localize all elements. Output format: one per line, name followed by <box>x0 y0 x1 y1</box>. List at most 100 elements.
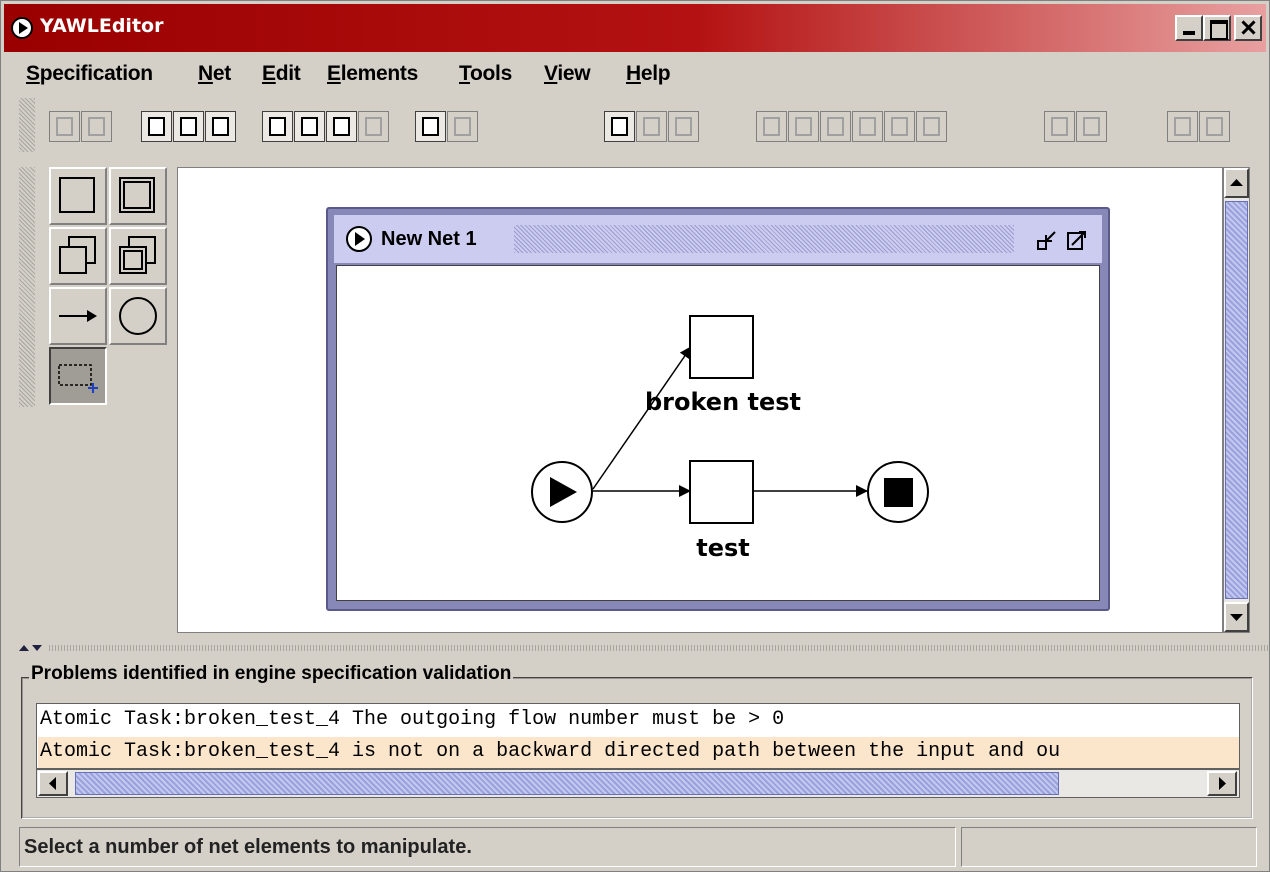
undo-button[interactable] <box>604 111 635 142</box>
horizontal-scrollbar[interactable] <box>36 769 1240 798</box>
palette-grip[interactable] <box>19 167 35 407</box>
align-center-icon <box>891 117 908 136</box>
menu-help[interactable]: Help <box>626 62 671 86</box>
close-spec-button[interactable] <box>205 111 236 142</box>
decrease-size-button[interactable] <box>1076 111 1107 142</box>
arrow-up-icon[interactable] <box>19 645 29 651</box>
net-play-icon <box>346 226 372 252</box>
task-broken-test[interactable] <box>689 315 754 379</box>
condition-tool[interactable] <box>109 287 167 345</box>
split-pane-divider[interactable] <box>19 642 1269 654</box>
task-test[interactable] <box>689 460 754 524</box>
redo-icon <box>643 117 660 136</box>
yawl-logo-icon <box>11 17 33 39</box>
arrow-down-icon[interactable] <box>32 645 42 651</box>
status-message: Select a number of net elements to manip… <box>24 836 472 858</box>
align-bottom-button[interactable] <box>820 111 851 142</box>
menu-net[interactable]: Net <box>198 62 231 86</box>
vertical-scroll-thumb[interactable] <box>1225 201 1248 599</box>
align-right-button[interactable] <box>916 111 947 142</box>
double-check-icon <box>301 117 318 136</box>
align-middle-button[interactable] <box>788 111 819 142</box>
flow-input-to-broken-test[interactable] <box>592 346 692 490</box>
floppy-icon <box>148 117 165 136</box>
scroll-left-button[interactable] <box>38 771 68 796</box>
delete-button[interactable] <box>668 111 699 142</box>
title-bar[interactable]: YAWLEditor <box>4 4 1266 52</box>
open-spec-button[interactable] <box>81 111 112 142</box>
arrow-right-icon <box>1219 777 1226 790</box>
save-spec-as-button[interactable] <box>173 111 204 142</box>
menu-specification[interactable]: Specification <box>26 62 153 86</box>
divider-texture <box>49 645 1269 651</box>
minimize-button[interactable] <box>1175 15 1203 41</box>
multiple-atomic-task-tool[interactable] <box>109 167 167 225</box>
net-graph-area[interactable]: broken test test <box>336 265 1100 601</box>
multiple-atomic-task-icon <box>119 177 155 213</box>
new-net-button[interactable] <box>415 111 446 142</box>
menu-elements[interactable]: Elements <box>327 62 418 86</box>
problem-item[interactable]: Atomic Task:broken_test_4 is not on a ba… <box>38 737 1239 768</box>
import-button[interactable] <box>358 111 389 142</box>
menu-edit[interactable]: Edit <box>262 62 301 86</box>
atomic-task-tool[interactable] <box>49 167 107 225</box>
horizontal-scroll-thumb[interactable] <box>75 772 1059 795</box>
flow-tool[interactable] <box>49 287 107 345</box>
floppy-copy-icon <box>180 117 197 136</box>
task-label-broken-test: broken test <box>645 388 801 416</box>
element-palette <box>19 167 171 407</box>
problems-list[interactable]: Atomic Task:broken_test_4 The outgoing f… <box>36 703 1240 769</box>
undo-icon <box>611 117 628 136</box>
arrow-right-icon <box>59 310 97 322</box>
menu-bar: Specification Net Edit Elements Tools Vi… <box>4 56 1266 92</box>
net-internal-frame[interactable]: New Net 1 broken test test <box>326 207 1110 611</box>
align-right-icon <box>923 117 940 136</box>
toolbar-grip[interactable] <box>19 98 35 152</box>
align-center-button[interactable] <box>884 111 915 142</box>
output-condition[interactable] <box>867 461 929 523</box>
add-cancellation-icon <box>1174 117 1191 136</box>
menu-tools[interactable]: Tools <box>459 62 512 86</box>
scroll-up-button[interactable] <box>1224 168 1249 198</box>
workflow-diagram: broken test test <box>531 315 929 562</box>
multiple-composite-task-icon <box>119 236 156 274</box>
export-button[interactable] <box>326 111 357 142</box>
new-spec-button[interactable] <box>49 111 80 142</box>
task-label-test: test <box>696 534 750 562</box>
problem-item[interactable]: Atomic Task:broken_test_4 The outgoing f… <box>38 705 1239 736</box>
folder-icon <box>88 117 105 136</box>
increase-size-button[interactable] <box>1044 111 1075 142</box>
delete-net-button[interactable] <box>447 111 478 142</box>
arrow-down-icon <box>1230 614 1243 621</box>
maximize-button[interactable] <box>1203 15 1231 41</box>
analyse-button[interactable] <box>294 111 325 142</box>
vertical-scrollbar[interactable] <box>1223 167 1250 633</box>
composite-task-tool[interactable] <box>49 227 107 285</box>
align-top-button[interactable] <box>756 111 787 142</box>
scroll-down-button[interactable] <box>1224 602 1249 632</box>
validate-button[interactable] <box>262 111 293 142</box>
multiple-composite-task-tool[interactable] <box>109 227 167 285</box>
yawl-editor-window: YAWLEditor Specification Net Edit Elemen… <box>0 0 1270 872</box>
window-title: YAWLEditor <box>40 15 164 37</box>
iconify-net-icon[interactable] <box>1036 229 1058 251</box>
arrow-left-icon <box>49 777 56 790</box>
close-button[interactable] <box>1234 15 1262 41</box>
stop-icon <box>884 478 913 507</box>
maximize-net-icon[interactable] <box>1066 229 1088 251</box>
circle-icon <box>119 297 157 335</box>
net-title-bar[interactable]: New Net 1 <box>334 215 1102 263</box>
increase-size-icon <box>1051 117 1068 136</box>
scroll-right-button[interactable] <box>1207 771 1237 796</box>
input-condition[interactable] <box>531 461 593 523</box>
remove-cancellation-button[interactable] <box>1199 111 1230 142</box>
add-cancellation-button[interactable] <box>1167 111 1198 142</box>
problems-panel-title: Problems identified in engine specificat… <box>29 663 514 685</box>
new-net-icon <box>422 117 439 136</box>
align-left-button[interactable] <box>852 111 883 142</box>
status-bar: Select a number of net elements to manip… <box>19 827 956 867</box>
menu-view[interactable]: View <box>544 62 591 86</box>
marquee-select-tool[interactable] <box>49 347 107 405</box>
redo-button[interactable] <box>636 111 667 142</box>
save-spec-button[interactable] <box>141 111 172 142</box>
